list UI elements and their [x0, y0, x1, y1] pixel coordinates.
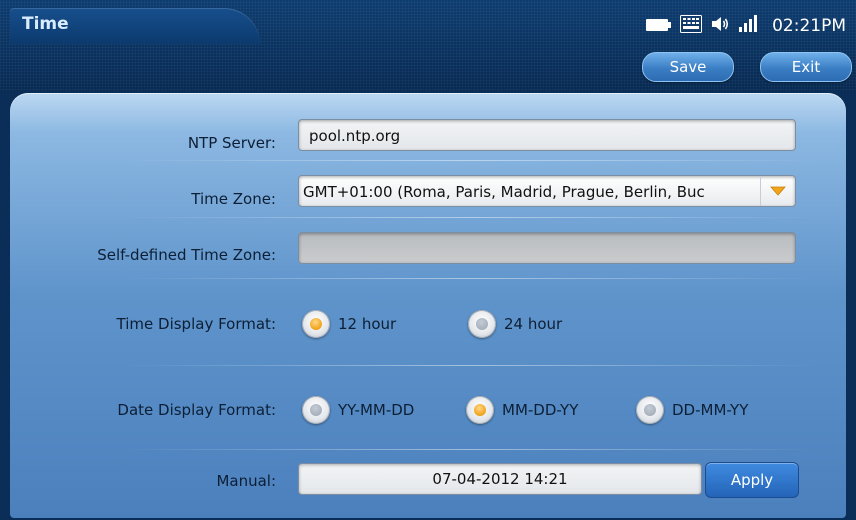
- keyboard-icon: [680, 15, 703, 37]
- chevron-down-icon[interactable]: [760, 176, 795, 206]
- save-button[interactable]: Save: [642, 52, 734, 82]
- ntp-server-value: pool.ntp.org: [309, 127, 401, 145]
- battery-icon: [646, 17, 672, 36]
- self-defined-tz-label: Self-defined Time Zone:: [97, 246, 276, 264]
- radio-button-selected[interactable]: [302, 310, 330, 338]
- time-display-format-label: Time Display Format:: [116, 315, 276, 333]
- radio-button-selected[interactable]: [466, 396, 494, 424]
- ntp-server-label: NTP Server:: [187, 134, 276, 152]
- exit-button[interactable]: Exit: [760, 52, 852, 82]
- radio-label: 12 hour: [338, 315, 397, 333]
- radio-12-hour[interactable]: 12 hour: [302, 308, 396, 340]
- status-area: 02:21PM: [646, 15, 846, 37]
- radio-button[interactable]: [468, 310, 496, 338]
- divider: [120, 278, 820, 279]
- divider: [120, 449, 820, 450]
- apply-button[interactable]: Apply: [705, 462, 799, 498]
- radio-24-hour[interactable]: 24 hour: [468, 308, 562, 340]
- speaker-icon: [710, 15, 730, 37]
- divider: [120, 365, 820, 366]
- settings-panel: NTP Server: pool.ntp.org Time Zone: GMT+…: [10, 93, 846, 518]
- signal-icon: [738, 15, 758, 37]
- top-bar: Time 02:21PM Save Exit: [0, 0, 856, 90]
- divider: [120, 160, 820, 161]
- divider: [120, 217, 820, 218]
- status-clock: 02:21PM: [772, 16, 846, 36]
- manual-datetime-input[interactable]: 07-04-2012 14:21: [298, 463, 702, 495]
- manual-label: Manual:: [216, 472, 276, 490]
- self-defined-tz-input[interactable]: [298, 232, 796, 264]
- radio-label: MM-DD-YY: [502, 401, 579, 419]
- radio-yy-mm-dd[interactable]: YY-MM-DD: [302, 394, 414, 426]
- radio-label: DD-MM-YY: [672, 401, 749, 419]
- radio-dd-mm-yy[interactable]: DD-MM-YY: [636, 394, 748, 426]
- time-zone-value: GMT+01:00 (Roma, Paris, Madrid, Prague, …: [303, 183, 705, 201]
- date-display-format-label: Date Display Format:: [117, 401, 276, 419]
- page-title: Time: [22, 14, 69, 34]
- radio-label: YY-MM-DD: [338, 401, 415, 419]
- radio-button[interactable]: [302, 396, 330, 424]
- radio-mm-dd-yy[interactable]: MM-DD-YY: [466, 394, 578, 426]
- radio-button[interactable]: [636, 396, 664, 424]
- radio-label: 24 hour: [504, 315, 563, 333]
- time-zone-select[interactable]: GMT+01:00 (Roma, Paris, Madrid, Prague, …: [298, 175, 796, 207]
- time-zone-label: Time Zone:: [191, 190, 276, 208]
- ntp-server-input[interactable]: pool.ntp.org: [298, 119, 796, 151]
